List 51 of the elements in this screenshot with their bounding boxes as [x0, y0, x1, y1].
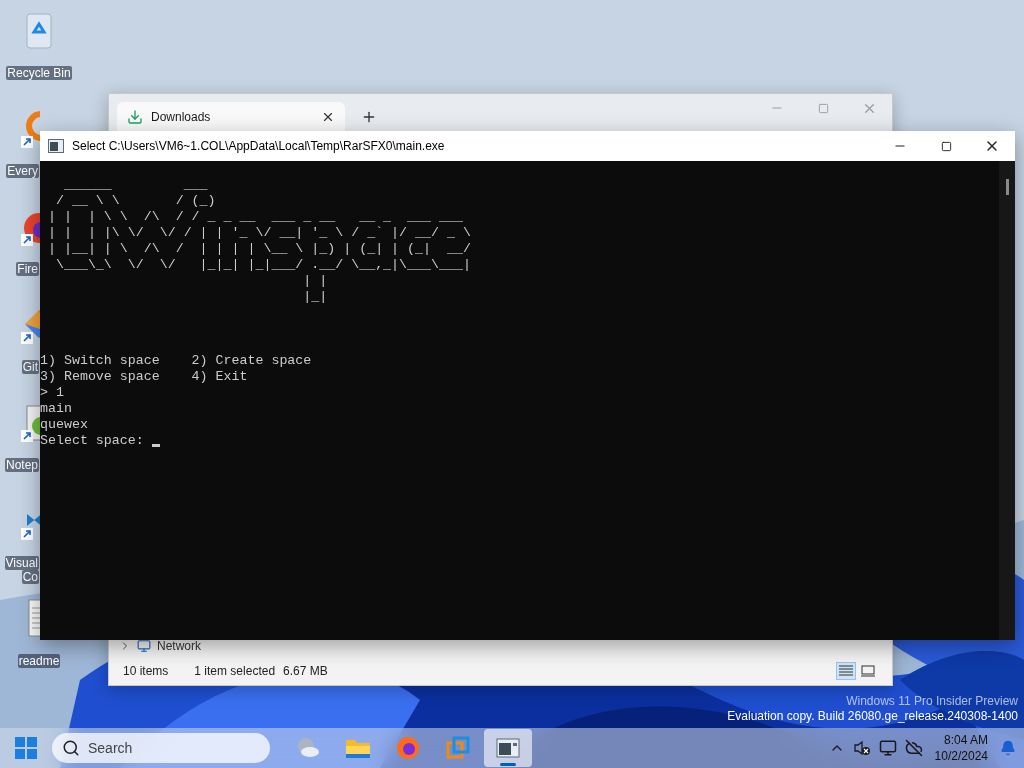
volume-muted-icon[interactable] [852, 739, 871, 757]
console-line: 1) Switch space 2) Create space [40, 353, 312, 369]
console-prompt: Select space: [40, 433, 145, 449]
text-cursor [151, 444, 160, 447]
console-line: > 1 [40, 385, 64, 401]
new-tab-icon[interactable] [361, 109, 377, 125]
clock[interactable]: 8:04 AM 10/2/2024 [930, 732, 992, 764]
ascii-art-logo: ______ ___ / __ \ \ / (_) | | | \ \ /\ / / _ _ __ ___ _ __ __ _ ___ ___ | | | |\ \/ \/ / | | '_ \/ __| '_ \ / _` |/ __/ _ \ | |__| | \ /\ / | | | | \__ \ |_) | (_| | (_| __/ \___\_\ \/ \/ |_|_| |_|___/ .__/ \__,_|\___\___| | | |_| [46, 177, 471, 305]
notifications-icon[interactable] [1000, 740, 1016, 756]
desktop-icon-label[interactable]: readme [17, 654, 61, 668]
maximize-icon [940, 140, 952, 152]
nav-item[interactable]: Network [157, 639, 201, 653]
evaluation-notice: Evaluation copy. Build 26080.ge_release.240308-1400 [727, 709, 1018, 724]
item-count: 10 items [123, 664, 169, 678]
console-line: 3) Remove space 4) Exit [40, 369, 248, 385]
desktop-icon-label[interactable]: Recycle Bin [6, 66, 72, 80]
details-view-icon [839, 665, 853, 677]
scrollbar-thumb[interactable] [1005, 179, 1009, 195]
firefox-icon [396, 736, 420, 760]
cloud-off-icon[interactable] [904, 739, 923, 757]
windows-logo-icon [15, 737, 37, 759]
console-line: quewex [40, 417, 88, 433]
taskbar-app-button[interactable] [484, 729, 532, 767]
window-title: Select C:\Users\VM6~1.COL\AppData\Local\Temp\RarSFX0\main.exe [72, 139, 445, 153]
desktop-icon-label[interactable]: Visual [4, 556, 39, 570]
preview-view-icon [861, 665, 875, 677]
network-icon [137, 639, 151, 653]
close-tab-icon[interactable] [321, 110, 335, 124]
desktop-icon-label[interactable]: Every [6, 164, 39, 178]
console-line: main [40, 401, 72, 417]
desktop-icon-label[interactable]: Fire [16, 262, 39, 276]
monitor-icon[interactable] [878, 739, 897, 757]
desktop-icon-label[interactable]: Co [21, 570, 39, 584]
download-icon [127, 109, 143, 125]
desktop-icon-label[interactable]: Git [21, 360, 39, 374]
selection-info: 1 item selected [194, 664, 276, 678]
evaluation-notice: Windows 11 Pro Insider Preview [846, 694, 1018, 709]
search-field[interactable]: Search [52, 733, 270, 763]
view-toggle[interactable] [836, 662, 856, 680]
desktop-icon-label[interactable]: Notep [4, 458, 39, 472]
search-app-icon[interactable] [19, 108, 40, 148]
downloads-tab[interactable]: Downloads [117, 102, 345, 132]
selection-size: 6.67 MB [283, 664, 328, 678]
search-icon [62, 739, 80, 757]
maximize-icon [817, 102, 829, 114]
weather-cloud-icon [296, 736, 320, 760]
overlapping-squares-icon [446, 736, 470, 760]
view-toggle[interactable] [858, 662, 878, 680]
scrollbar[interactable] [999, 161, 1015, 640]
console-window-icon [48, 139, 64, 153]
console-window-icon [496, 737, 520, 759]
